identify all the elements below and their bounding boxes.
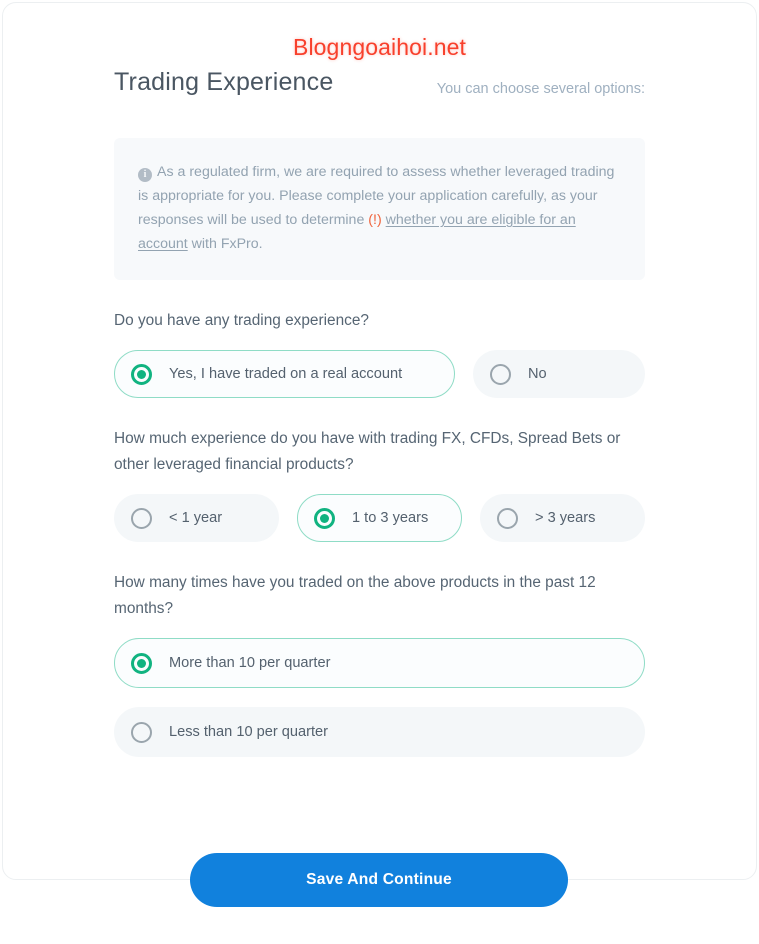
question-text-3: How many times have you traded on the ab… [114,574,596,617]
option-no[interactable]: No [473,350,645,398]
radio-unselected-icon [131,721,152,743]
question-block-2: How much experience do you have with tra… [114,426,645,542]
option-less-than-1-year[interactable]: < 1 year [114,494,279,542]
warning-mark: (!) [368,212,382,228]
option-more-than-10-per-quarter[interactable]: More than 10 per quarter [114,638,645,688]
question-block-1: Do you have any trading experience? Yes,… [114,308,645,398]
info-banner-text: i As a regulated firm, we are required to… [138,160,619,256]
header-row: Trading Experience You can choose severa… [114,68,645,110]
question-text-2: How much experience do you have with tra… [114,430,621,473]
options-row-2: < 1 year 1 to 3 years > 3 years [114,494,645,542]
option-label: Yes, I have traded on a real account [169,366,403,382]
option-label: 1 to 3 years [352,510,429,526]
radio-selected-icon [131,363,152,385]
choose-options-hint: You can choose several options: [436,81,645,97]
radio-unselected-icon [490,363,511,385]
question-text-1: Do you have any trading experience? [114,312,369,329]
option-label: > 3 years [535,510,596,526]
option-more-than-3-years[interactable]: > 3 years [480,494,645,542]
option-1-to-3-years[interactable]: 1 to 3 years [297,494,462,542]
question-block-3: How many times have you traded on the ab… [114,570,645,757]
option-label: Less than 10 per quarter [169,724,329,740]
option-label: More than 10 per quarter [169,655,331,671]
option-less-than-10-per-quarter[interactable]: Less than 10 per quarter [114,707,645,757]
info-icon: i [138,168,152,182]
options-row-1: Yes, I have traded on a real account No [114,350,645,398]
options-column-3: More than 10 per quarter Less than 10 pe… [114,638,645,757]
option-yes-traded-real-account[interactable]: Yes, I have traded on a real account [114,350,455,398]
option-label: < 1 year [169,510,223,526]
info-text-part2: with FxPro. [187,236,263,252]
info-banner: i As a regulated firm, we are required to… [114,138,645,280]
page-title: Trading Experience [114,68,334,96]
radio-unselected-icon [131,507,152,529]
radio-unselected-icon [497,507,518,529]
form-content: Trading Experience You can choose severa… [114,0,645,757]
option-label: No [528,366,547,382]
watermark-text: Blogngoaihoi.net [293,34,466,60]
save-and-continue-button[interactable]: Save And Continue [190,853,568,907]
radio-selected-icon [131,652,152,674]
radio-selected-icon [314,507,335,529]
